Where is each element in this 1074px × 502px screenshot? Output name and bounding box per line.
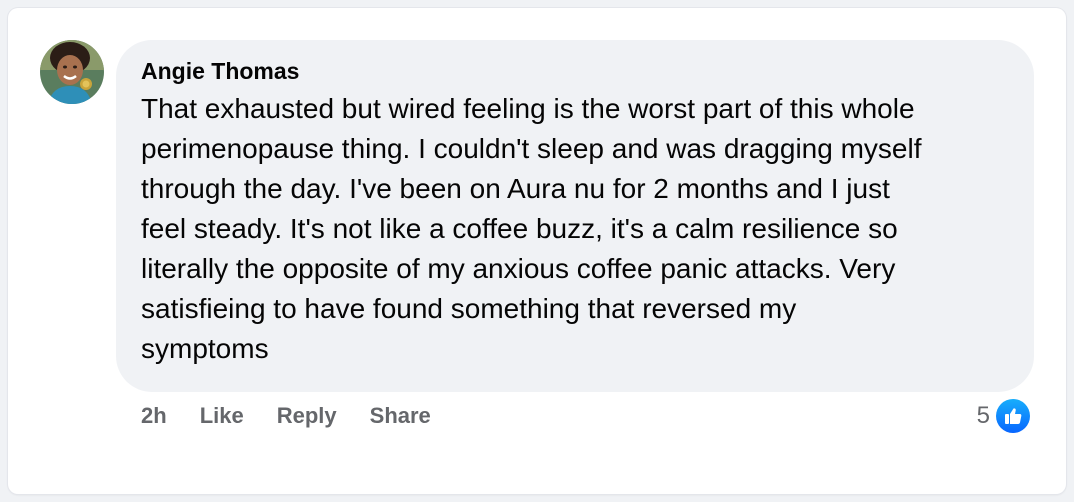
reaction-count: 5 [976, 402, 990, 429]
timestamp[interactable]: 2h [141, 403, 167, 429]
comment-bubble: Angie Thomas That exhausted but wired fe… [116, 40, 1034, 392]
comment-line: That exhausted but wired feeling is the … [141, 93, 915, 124]
comment-text: That exhausted but wired feeling is the … [141, 89, 1010, 369]
thumbs-up-icon [996, 399, 1030, 433]
comment-line: perimenopause thing. I couldn't sleep an… [141, 133, 922, 164]
reply-button[interactable]: Reply [277, 403, 337, 429]
like-button[interactable]: Like [200, 403, 244, 429]
reactions-summary[interactable]: 5 [977, 399, 1030, 433]
comment-actions: 2h Like Reply Share [141, 400, 464, 432]
avatar[interactable] [40, 40, 104, 104]
comment-line: symptoms [141, 333, 269, 364]
comment-line: through the day. I've been on Aura nu fo… [141, 173, 890, 204]
share-button[interactable]: Share [370, 403, 431, 429]
comment-line: feel steady. It's not like a coffee buzz… [141, 213, 898, 244]
comment-line: satisfieing to have found something that… [141, 293, 797, 324]
comment-line: literally the opposite of my anxious cof… [141, 253, 896, 284]
comment-card: Angie Thomas That exhausted but wired fe… [8, 8, 1066, 494]
avatar-photo [40, 40, 104, 104]
author-name[interactable]: Angie Thomas [141, 55, 299, 87]
